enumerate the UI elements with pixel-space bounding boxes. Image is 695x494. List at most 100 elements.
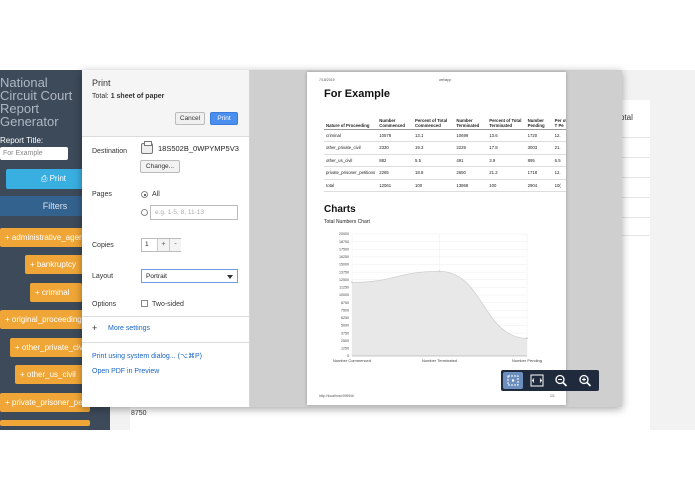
table-cell: 491 xyxy=(454,154,488,167)
layout-select[interactable]: Portrait xyxy=(141,269,238,283)
copies-decrement-button[interactable]: - xyxy=(169,239,181,251)
pages-input[interactable]: e.g. 1-5, 8, 11-13 xyxy=(150,205,238,220)
table-header-cell: Number Pending xyxy=(525,107,553,130)
preview-page: 7/18/2015 webapp For Example Nature of P… xyxy=(307,72,566,405)
filter-administrative-agency[interactable]: + administrative_agency xyxy=(0,228,90,247)
y-tick-label: 11250 xyxy=(339,286,349,290)
y-tick-label: 15000 xyxy=(339,263,349,267)
system-dialog-link[interactable]: Print using system dialog... (⌥⌘P) xyxy=(92,352,202,360)
table-cell: 895 xyxy=(525,154,553,167)
table-cell: 2904 xyxy=(525,179,553,192)
table-header-cell: Number Terminated xyxy=(454,107,488,130)
table-row: other_us_civil 882 5.5 491 3.9 895 6.5 xyxy=(324,154,566,167)
filter-label: other_private_civil xyxy=(21,343,87,352)
divider xyxy=(82,342,250,343)
zoom-in-icon[interactable] xyxy=(575,372,595,389)
table-cell: 100 xyxy=(487,179,526,192)
print-settings-panel: Print Total: 1 sheet of paper Cancel Pri… xyxy=(82,70,250,407)
print-dialog: Print Total: 1 sheet of paper Cancel Pri… xyxy=(82,70,622,407)
fit-to-page-icon[interactable] xyxy=(503,372,523,389)
destination-name: 18S502B_0WPYMP5V3 xyxy=(158,144,239,153)
pages-all-radio[interactable] xyxy=(141,191,148,198)
copies-value[interactable]: 1 xyxy=(145,241,149,248)
table-cell: 2650 xyxy=(454,166,488,180)
table-cell: other_us_civil xyxy=(324,154,378,167)
copies-increment-button[interactable]: + xyxy=(157,239,169,251)
y-tick-label: 16250 xyxy=(339,255,349,259)
filter-label: original_proceeding xyxy=(11,315,82,324)
table-cell: 21.2 xyxy=(487,166,526,180)
cancel-button[interactable]: Cancel xyxy=(175,112,205,125)
y-tick-label: 2500 xyxy=(341,339,349,343)
y-tick-label: 6250 xyxy=(341,316,349,320)
y-tick-label: 13750 xyxy=(339,270,349,274)
app-title: National Circuit Court Report Generator xyxy=(0,75,73,129)
table-cell: 3.9 xyxy=(487,154,526,167)
table-cell: 6.5 xyxy=(552,154,566,167)
copies-stepper[interactable]: 1 + - xyxy=(141,238,181,252)
two-sided-label: Two-sided xyxy=(152,301,184,308)
table-row: other_private_civil 2330 19.3 2229 17.8 3003 2… xyxy=(324,141,566,155)
x-tick-label: Number Terminated xyxy=(422,358,457,363)
filter-criminal[interactable]: + criminal xyxy=(30,283,82,302)
filter-original-proceeding[interactable]: + original_proceeding xyxy=(0,310,90,329)
filter-partial xyxy=(0,420,90,426)
table-header-cell: Nature of Proceeding xyxy=(324,107,378,130)
page-footer-url: http://localhost:9999/#/ xyxy=(319,394,355,398)
table-cell: 12061 xyxy=(377,179,414,192)
table-header-row: Nature of Proceeding Number Commenced Perc… xyxy=(324,107,566,130)
y-tick-label: 10000 xyxy=(339,293,349,297)
printer-icon xyxy=(141,141,153,154)
y-tick-label: 1250 xyxy=(341,347,349,351)
table-cell: criminal xyxy=(324,129,378,142)
print-button[interactable]: Print xyxy=(210,112,238,125)
filter-label: private_prisoner_petitions xyxy=(11,398,90,407)
filter-label: other_us_civil xyxy=(26,370,76,379)
table-cell: 5.5 xyxy=(413,154,455,167)
x-tick-label: Number Commenced xyxy=(333,358,371,363)
divider xyxy=(82,316,250,317)
table-cell: 21. xyxy=(552,141,566,155)
y-tick-label: 3750 xyxy=(341,331,349,335)
report-title-input[interactable]: For Example xyxy=(0,147,68,160)
table-cell: 1718 xyxy=(525,166,553,180)
open-pdf-link[interactable]: Open PDF in Preview xyxy=(92,368,159,375)
plus-icon[interactable]: + xyxy=(92,323,97,333)
table-cell: total xyxy=(324,179,378,192)
page-header-app: webapp xyxy=(439,78,452,82)
total-numbers-chart: 0125025003750500062507500875010000112501… xyxy=(333,232,542,363)
print-header: Print Total: 1 sheet of paper xyxy=(82,70,249,137)
total-label: Total: xyxy=(92,93,109,100)
options-label: Options xyxy=(92,301,117,308)
table-cell: 10578 xyxy=(377,129,414,142)
y-tick-label: 5000 xyxy=(341,324,349,328)
data-point xyxy=(351,281,353,284)
table-cell: 10( xyxy=(552,179,566,192)
table-cell: 882 xyxy=(377,154,414,167)
charts-heading: Charts xyxy=(324,204,356,215)
page-footer-number: 1/1 xyxy=(550,394,555,398)
y-tick-label: 7500 xyxy=(341,308,349,312)
filter-label: criminal xyxy=(41,288,70,297)
change-destination-button[interactable]: Change... xyxy=(140,160,180,173)
filter-bankruptcy[interactable]: + bankruptcy xyxy=(25,255,85,274)
table-cell: 2330 xyxy=(377,141,414,155)
chevron-down-icon xyxy=(227,275,233,279)
zoom-out-icon[interactable] xyxy=(551,372,571,389)
filter-other-private-civil[interactable]: + other_private_civil xyxy=(10,338,90,357)
y-tick-label: 18750 xyxy=(339,240,349,244)
table-row: criminal 10578 13.1 10699 13.6 1720 12. xyxy=(324,129,566,142)
filter-private-prisoner-petitions[interactable]: + private_prisoner_petitions xyxy=(0,393,90,412)
y-tick-label: 17500 xyxy=(339,247,349,251)
more-settings-link[interactable]: More settings xyxy=(108,325,150,332)
chart-title: Total Numbers Chart xyxy=(324,219,370,225)
pages-custom-radio[interactable] xyxy=(141,209,148,216)
x-tick-label: Number Pending xyxy=(512,358,542,363)
fit-width-icon[interactable] xyxy=(527,372,547,389)
two-sided-checkbox[interactable] xyxy=(141,300,148,307)
filter-other-us-civil[interactable]: + other_us_civil xyxy=(15,365,85,384)
table-cell: 17.8 xyxy=(487,141,526,155)
print-preview-area: 7/18/2015 webapp For Example Nature of P… xyxy=(250,70,622,407)
table-cell: 1720 xyxy=(525,129,553,142)
table-row: private_prisoner_petitions 2265 18.8 2650 21… xyxy=(324,166,566,180)
